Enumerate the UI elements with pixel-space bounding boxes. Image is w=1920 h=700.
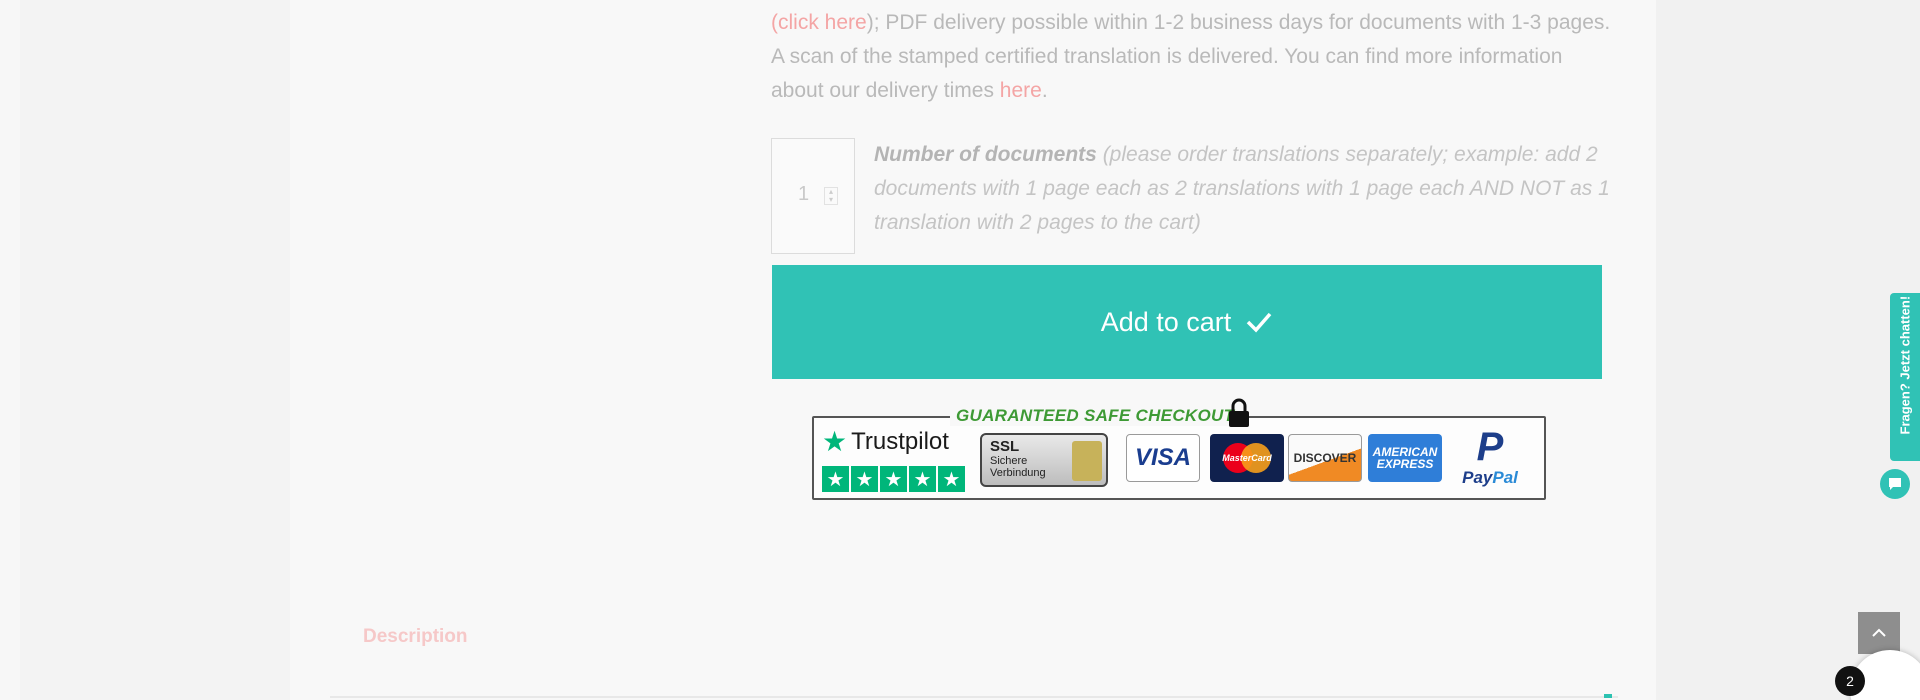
delivery-info-text: (click here); PDF delivery possible with… — [771, 6, 1611, 108]
american-express-logo: AMERICAN EXPRESS — [1368, 434, 1442, 482]
number-of-documents-text: Number of documents (please order transl… — [874, 138, 1614, 240]
trustpilot-star-icon: ★ — [822, 426, 848, 457]
back-to-top-button[interactable] — [1858, 612, 1900, 654]
mastercard-label: MasterCard — [1222, 453, 1272, 463]
delivery-times-link[interactable]: here — [1000, 79, 1042, 102]
safe-checkout-badge: GUARANTEED SAFE CHECKOUT ★ Trustpilot ★ ★ ★… — [812, 396, 1546, 501]
notification-badge: 2 — [1835, 666, 1865, 696]
quantity-value[interactable]: 1 — [798, 183, 809, 206]
mastercard-logo: MasterCard — [1210, 434, 1284, 482]
trustpilot-logo: ★ Trustpilot ★ ★ ★ ★ ★ — [822, 426, 972, 494]
paypal-icon: P — [1476, 425, 1504, 469]
trustpilot-rating-stars: ★ ★ ★ ★ ★ — [822, 466, 965, 492]
chevron-down-icon[interactable]: ▾ — [829, 196, 833, 204]
ssl-subtitle: Sichere Verbindung — [990, 455, 1046, 479]
number-of-documents-label: Number of documents — [874, 143, 1097, 166]
star-icon: ★ — [909, 466, 936, 492]
chevron-up-icon — [1872, 628, 1886, 637]
ssl-badge: SSL Sichere Verbindung — [980, 433, 1108, 487]
visa-logo: VISA — [1126, 434, 1200, 482]
star-icon: ★ — [851, 466, 878, 492]
tab-accent-marker — [1604, 694, 1612, 698]
lock-icon — [1229, 398, 1249, 427]
star-icon: ★ — [880, 466, 907, 492]
discover-logo: DISCOVER — [1288, 434, 1362, 482]
star-icon: ★ — [822, 466, 849, 492]
chat-bubble-icon[interactable] — [1880, 469, 1910, 499]
ssl-title: SSL — [990, 438, 1020, 455]
quantity-stepper[interactable]: 1 ▴ ▾ — [771, 138, 855, 254]
delivery-info-body: ); PDF delivery possible within 1-2 busi… — [771, 11, 1611, 102]
ssl-lock-icon — [1072, 441, 1102, 481]
add-to-cart-label: Add to cart — [1100, 306, 1232, 337]
click-here-link[interactable]: (click here — [771, 11, 867, 34]
quantity-spinner[interactable]: ▴ ▾ — [824, 187, 838, 205]
trustpilot-name: Trustpilot — [851, 428, 949, 455]
paypal-logo: P PayPal — [1450, 426, 1530, 492]
checkmark-icon — [1247, 312, 1272, 333]
delivery-info-end: . — [1041, 79, 1048, 102]
right-gutter — [1656, 0, 1920, 700]
tab-description[interactable]: Description — [338, 608, 498, 668]
chat-tab[interactable]: Fragen? Jetzt chatten! — [1890, 293, 1920, 461]
safe-checkout-title: GUARANTEED SAFE CHECKOUT — [950, 406, 1241, 426]
star-icon: ★ — [938, 466, 965, 492]
chat-tab-label: Fragen? Jetzt chatten! — [1897, 295, 1913, 435]
add-to-cart-button[interactable]: Add to cart — [772, 265, 1602, 379]
tab-divider — [330, 696, 1618, 698]
